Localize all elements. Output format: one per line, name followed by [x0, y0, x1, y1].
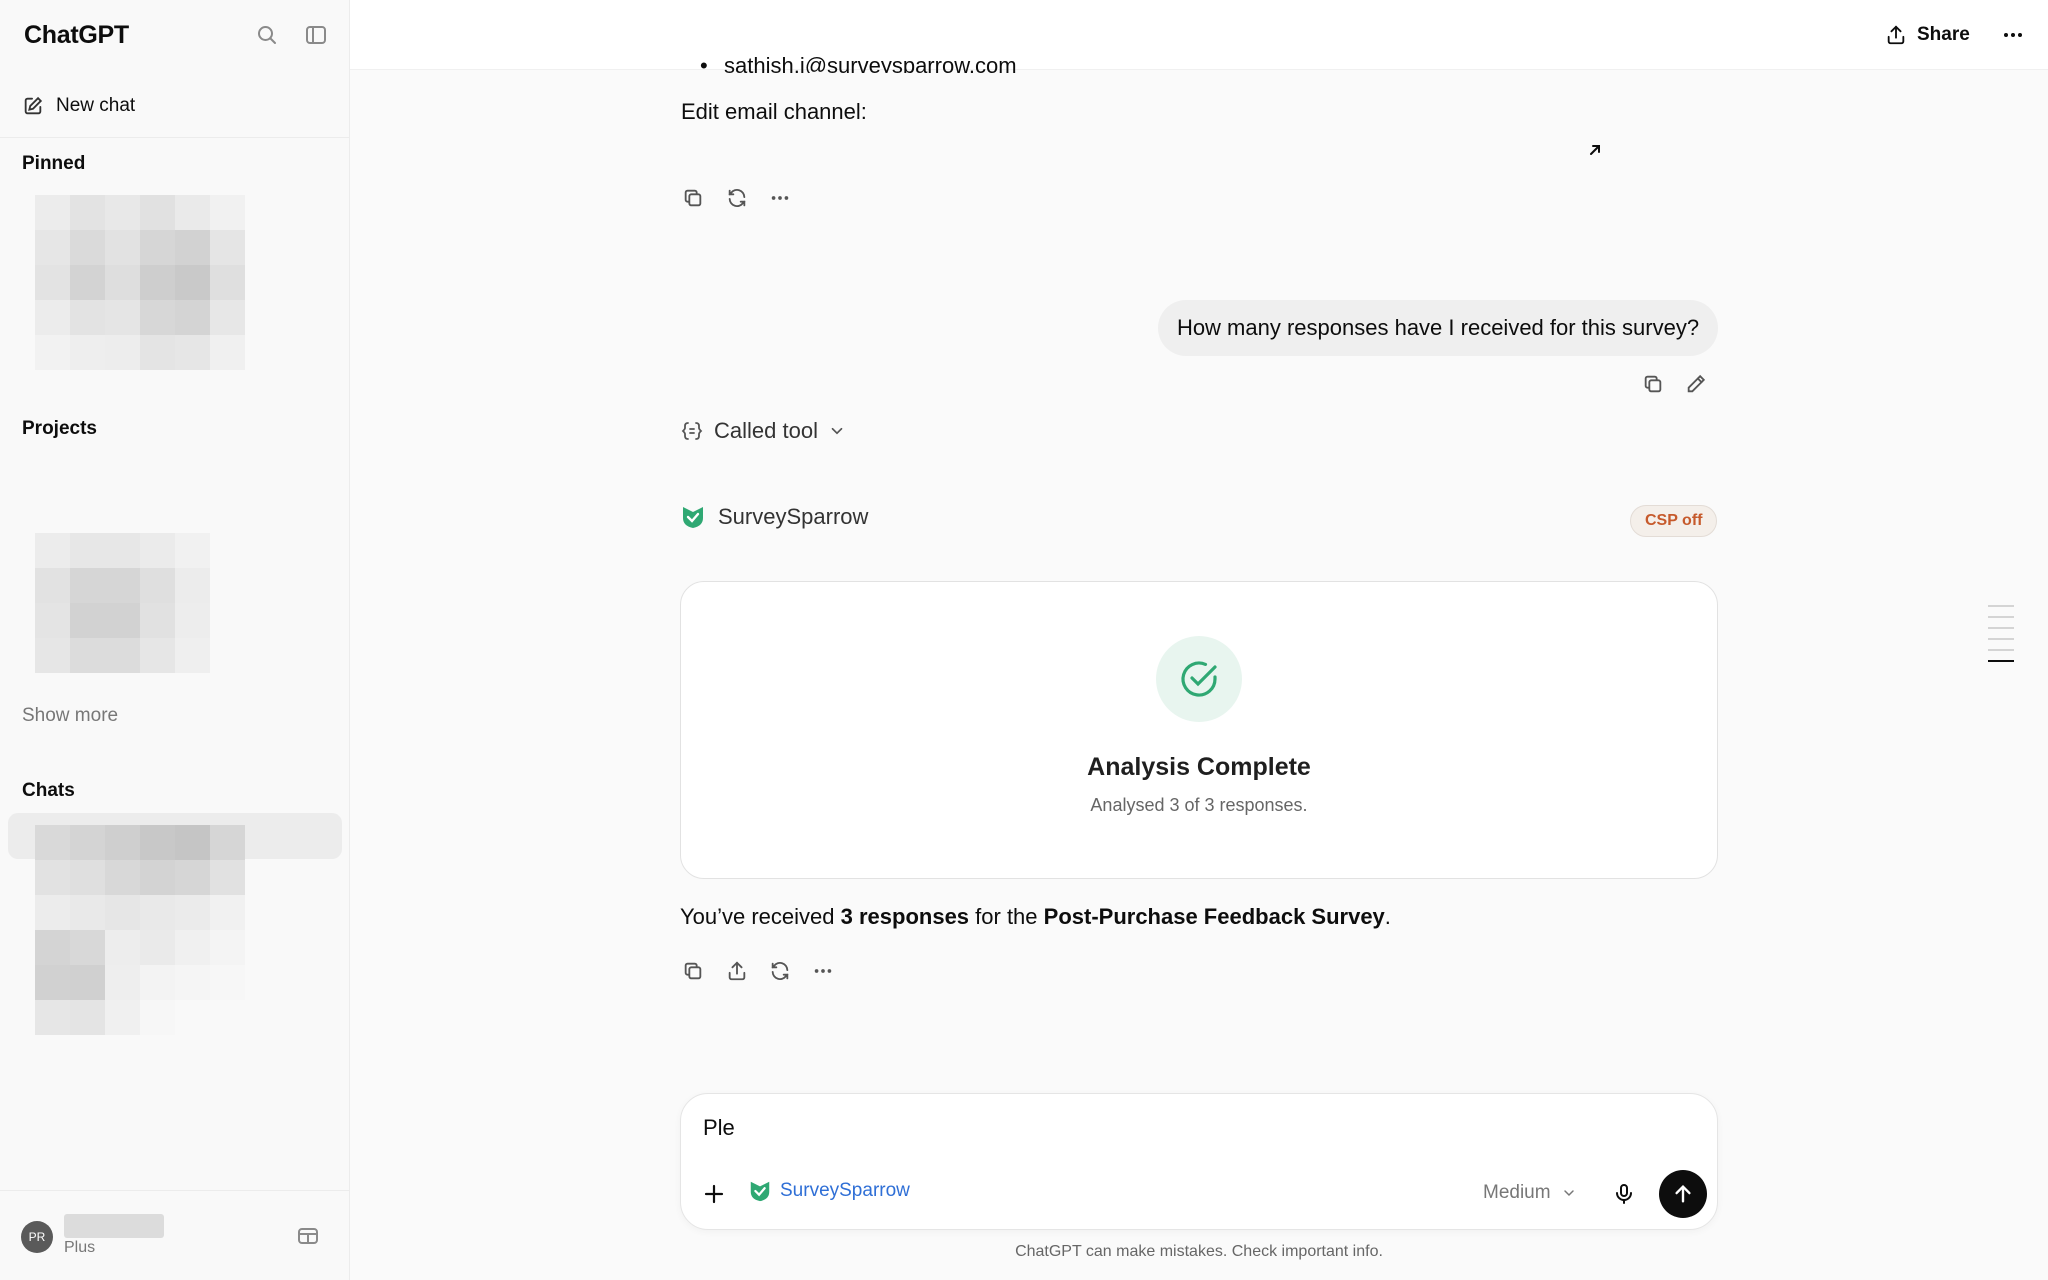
arrow-up-icon	[1675, 1184, 1691, 1203]
more-options-icon[interactable]	[1996, 18, 2030, 52]
expand-arrow-icon[interactable]	[1579, 134, 1611, 166]
csp-badge: CSP off	[1630, 505, 1718, 537]
sidebar-header: ChatGPT	[0, 0, 350, 70]
analysis-card	[680, 581, 1718, 879]
username-redacted	[64, 1214, 164, 1238]
tool-chip-label: SurveySparrow	[780, 1180, 910, 1201]
assistant-answer: You’ve received 3 responses for the Post…	[680, 904, 1391, 930]
chevron-down-icon	[1563, 1190, 1574, 1197]
share-label: Share	[1917, 24, 1970, 45]
pinned-heading: Pinned	[22, 153, 86, 174]
conversation-minimap[interactable]	[1988, 605, 2014, 671]
surveysparrow-tool-chip[interactable]: SurveySparrow	[748, 1179, 910, 1203]
minimap-mark[interactable]	[1988, 605, 2014, 607]
avatar[interactable]: PR	[21, 1221, 53, 1253]
more-actions-icon[interactable]	[807, 955, 839, 987]
apps-icon[interactable]	[292, 1220, 324, 1252]
card-subtitle: Analysed 3 of 3 responses.	[1090, 795, 1308, 815]
surveysparrow-logo-icon	[683, 507, 703, 528]
app-header: SurveySparrow	[680, 504, 868, 530]
surveysparrow-logo-icon	[750, 1181, 770, 1202]
chats-heading: Chats	[22, 780, 75, 801]
copy-icon[interactable]	[677, 955, 709, 987]
project-items-redacted[interactable]	[35, 533, 210, 673]
new-chat-label: New chat	[56, 95, 136, 116]
minimap-mark[interactable]	[1988, 627, 2014, 629]
answer-text-end: .	[1384, 904, 1391, 929]
answer-text-mid: for the	[969, 904, 1044, 929]
projects-heading: Projects	[22, 418, 97, 439]
top-bar	[350, 0, 2048, 70]
minimap-mark[interactable]	[1988, 649, 2014, 651]
called-tool-toggle[interactable]: Called tool	[680, 418, 846, 444]
success-check-icon	[1156, 636, 1242, 722]
card-title: Analysis Complete	[1087, 753, 1311, 781]
pinned-items-redacted[interactable]	[35, 195, 245, 370]
plan-label: Plus	[64, 1239, 96, 1256]
share-icon	[1887, 25, 1905, 45]
microphone-icon[interactable]	[1608, 1178, 1640, 1210]
compose-icon	[24, 96, 43, 115]
model-label: Medium	[1483, 1182, 1551, 1203]
disclaimer: ChatGPT can make mistakes. Check importa…	[1015, 1243, 1383, 1260]
minimap-mark[interactable]	[1988, 616, 2014, 618]
truncated-email-link[interactable]: sathish.j@surveysparrow.com	[724, 53, 1017, 73]
app-name: SurveySparrow	[718, 504, 869, 529]
plus-icon[interactable]	[698, 1178, 730, 1210]
show-more-link[interactable]: Show more	[22, 705, 118, 727]
sidebar-toggle-icon[interactable]	[300, 19, 332, 51]
model-selector[interactable]: Medium	[1483, 1182, 1577, 1204]
copy-message-icon[interactable]	[1637, 368, 1669, 400]
edit-message-icon[interactable]	[1680, 368, 1712, 400]
answer-count: 3 responses	[840, 904, 970, 929]
share-response-icon[interactable]	[721, 955, 753, 987]
edit-email-text: Edit email channel:	[681, 99, 867, 124]
more-actions-icon[interactable]	[764, 182, 796, 214]
called-tool-label: Called tool	[714, 418, 818, 443]
answer-survey-name: Post-Purchase Feedback Survey	[1043, 904, 1385, 929]
share-button[interactable]: Share	[1885, 18, 1970, 52]
search-icon[interactable]	[251, 19, 283, 51]
chat-items-redacted[interactable]	[35, 825, 245, 1035]
user-message-bubble: How many responses have I received for t…	[1158, 300, 1718, 356]
new-chat-button[interactable]: New chat	[10, 86, 340, 126]
composer	[680, 1093, 1718, 1230]
answer-text: You’ve received	[680, 904, 841, 929]
minimap-mark-current[interactable]	[1988, 660, 2014, 662]
chevron-down-icon	[831, 427, 843, 435]
regenerate-icon[interactable]	[721, 182, 753, 214]
message-input[interactable]	[703, 1115, 1603, 1141]
prior-list-bullet: •	[700, 53, 708, 73]
sidebar: ChatGPT New chat Pinned Projects Show mo…	[0, 0, 350, 1280]
app-title: ChatGPT	[24, 21, 129, 49]
send-button[interactable]	[1659, 1170, 1707, 1218]
minimap-mark[interactable]	[1988, 638, 2014, 640]
divider	[0, 137, 350, 138]
tool-braces-icon	[681, 422, 703, 440]
regenerate-icon[interactable]	[764, 955, 796, 987]
copy-icon[interactable]	[677, 182, 709, 214]
